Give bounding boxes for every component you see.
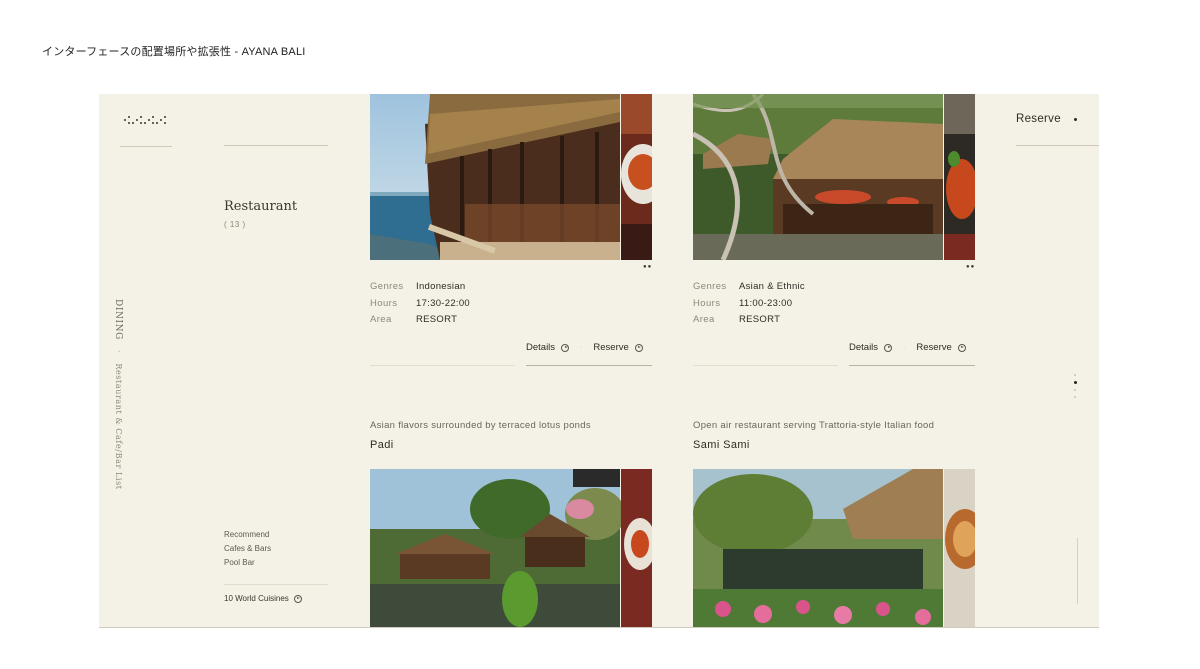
restaurant-card-sami-sami: Open air restaurant serving Trattoria-st… [693, 420, 975, 451]
category-count: ( 13 ) [224, 220, 246, 229]
reserve-dot-icon [1074, 118, 1077, 121]
pager-dot-active[interactable] [1073, 381, 1077, 384]
ayana-logo[interactable] [124, 116, 168, 130]
section-pager[interactable] [1073, 374, 1077, 403]
world-cuisines-label: 10 World Cuisines [224, 594, 289, 603]
breadcrumb-secondary: Restaurant & Cafe/Bar List [114, 363, 123, 490]
area-value: RESORT [416, 314, 458, 325]
image-pager-dots[interactable]: ●● [643, 264, 652, 270]
separator-dot: · [903, 344, 906, 351]
food-thumbnail[interactable] [621, 94, 652, 260]
vertical-breadcrumb: DINING · Restaurant & Cafe/Bar List [113, 299, 123, 490]
category-divider [224, 145, 328, 146]
hours-label: Hours [693, 297, 721, 309]
reserve-button[interactable]: Reserve [593, 342, 628, 353]
area-label: Area [370, 314, 392, 325]
area-value: RESORT [739, 314, 781, 325]
restaurant-photo[interactable] [370, 94, 620, 260]
actions-underline [526, 365, 652, 366]
pager-dot[interactable] [1074, 374, 1076, 376]
circle-arrow-icon [293, 594, 302, 603]
site-frame: Restaurant ( 13 ) DINING · Restaurant & Ca… [99, 94, 1099, 628]
circle-arrow-icon[interactable] [884, 343, 893, 352]
filter-cafes-bars[interactable]: Cafes & Bars [224, 542, 271, 556]
restaurant-meta: Genres Indonesian Hours 17:30-22:00 Area RE… [370, 279, 470, 329]
reserve-button[interactable]: Reserve [916, 342, 951, 353]
world-cuisines-link[interactable]: 10 World Cuisines [224, 594, 302, 603]
card-actions: Details · Reserve [849, 342, 966, 353]
card-divider [370, 365, 515, 366]
card-divider [693, 365, 838, 366]
pager-dot[interactable] [1074, 389, 1076, 391]
food-thumbnail[interactable] [944, 94, 975, 260]
breadcrumb-primary[interactable]: DINING [113, 299, 123, 340]
scroll-indicator[interactable] [1077, 538, 1078, 604]
card-actions: Details · Reserve [526, 342, 643, 353]
pager-dot[interactable] [1074, 396, 1076, 398]
filter-list: Recommend Cafes & Bars Pool Bar [224, 528, 271, 570]
restaurant-tagline: Open air restaurant serving Trattoria-st… [693, 420, 935, 431]
header-reserve-button[interactable]: Reserve [1016, 113, 1061, 125]
restaurant-meta: Genres Asian & Ethnic Hours 11:00-23:00 Ar… [693, 279, 805, 329]
genres-label: Genres [693, 281, 727, 292]
restaurant-card-padi: Asian flavors surrounded by terraced lot… [370, 420, 652, 451]
filter-divider [224, 584, 328, 585]
hours-value: 17:30-22:00 [416, 297, 471, 309]
circle-arrow-icon[interactable] [634, 343, 643, 352]
header-divider [1016, 145, 1099, 146]
restaurant-photo-sami-sami[interactable] [693, 469, 975, 627]
logo-divider [120, 146, 172, 147]
genres-value: Indonesian [416, 281, 466, 292]
image-pager-dots[interactable]: ●● [966, 264, 975, 270]
actions-underline [849, 365, 975, 366]
circle-arrow-icon[interactable] [561, 343, 570, 352]
restaurant-name[interactable]: Sami Sami [693, 439, 975, 451]
hours-label: Hours [370, 297, 398, 309]
details-button[interactable]: Details [526, 342, 555, 353]
area-label: Area [693, 314, 715, 325]
separator-dot: · [580, 344, 583, 351]
details-button[interactable]: Details [849, 342, 878, 353]
restaurant-tagline: Asian flavors surrounded by terraced lot… [370, 420, 591, 431]
restaurant-name[interactable]: Padi [370, 439, 652, 451]
breadcrumb-separator: · [113, 349, 123, 354]
restaurant-photo-padi[interactable] [370, 469, 652, 627]
circle-arrow-icon[interactable] [957, 343, 966, 352]
genres-label: Genres [370, 281, 404, 292]
category-title: Restaurant [224, 199, 298, 214]
restaurant-photo[interactable] [693, 94, 943, 260]
hours-value: 11:00-23:00 [739, 297, 793, 309]
page-caption: インターフェースの配置場所や拡張性 - AYANA BALI [42, 46, 306, 58]
filter-pool-bar[interactable]: Pool Bar [224, 556, 271, 570]
genres-value: Asian & Ethnic [739, 281, 805, 292]
filter-recommend[interactable]: Recommend [224, 528, 271, 542]
